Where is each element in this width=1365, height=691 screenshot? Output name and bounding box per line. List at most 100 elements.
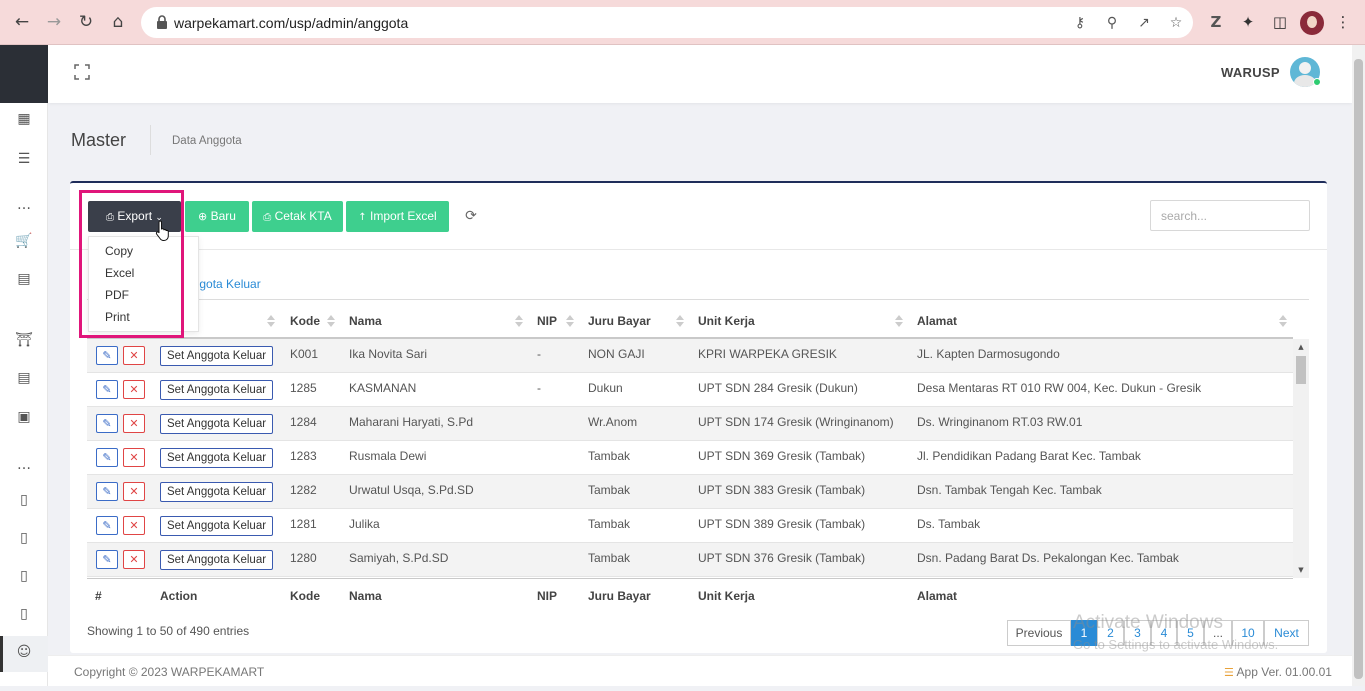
address-bar[interactable]: warpekamart.com/usp/admin/anggota ⚷ ⚲ ↗ … (141, 7, 1193, 38)
delete-icon[interactable]: ✕ (123, 346, 145, 365)
cell-nama: Julika (349, 517, 380, 531)
col-header-nip[interactable]: NIP (537, 314, 557, 328)
col-header-kode[interactable]: Kode (290, 314, 320, 328)
scroll-down-icon[interactable]: ▼ (1297, 566, 1305, 574)
scroll-up-icon[interactable]: ▲ (1297, 343, 1305, 351)
delete-icon[interactable]: ✕ (123, 482, 145, 501)
cart-icon[interactable]: 🛒 (14, 231, 34, 251)
delete-icon[interactable]: ✕ (123, 380, 145, 399)
edit-icon[interactable]: ✎ (96, 550, 118, 569)
cell-kode: 1280 (290, 551, 317, 565)
cell-unit-kerja: UPT SDN 376 Gresik (Tambak) (698, 551, 866, 565)
sort-icon[interactable] (327, 315, 335, 327)
profile-avatar[interactable] (1300, 11, 1324, 35)
cell-nama: Ika Novita Sari (349, 347, 428, 361)
cell-nama: Maharani Haryati, S.Pd (349, 415, 474, 429)
more-icon-2: … (17, 457, 31, 473)
book-icon-2[interactable]: ▯ (14, 528, 34, 548)
windows-watermark: Activate Windows (1073, 612, 1223, 633)
clipboard-icon[interactable]: ☰ (14, 149, 34, 169)
zoom-icon[interactable]: ⚲ (1103, 14, 1121, 32)
table-row: ✎ ✕ Set Anggota Keluar 1280 Samiyah, S.Pd.SD… (87, 543, 1293, 577)
page-footer: Copyright © 2023 WARPEKAMART ☰ App Ver. … (48, 655, 1352, 686)
edit-icon[interactable]: ✎ (96, 346, 118, 365)
money-icon[interactable]: ▤ (14, 368, 34, 388)
cell-juru-bayar: Tambak (588, 449, 631, 463)
col-header-alamat[interactable]: Alamat (917, 314, 957, 328)
set-anggota-keluar-button[interactable]: Set Anggota Keluar (160, 448, 273, 468)
key-icon[interactable]: ⚷ (1071, 14, 1089, 32)
z-extension-icon[interactable]: Z (1206, 12, 1226, 32)
note-icon[interactable]: ▣ (14, 407, 34, 427)
sort-icon[interactable] (566, 315, 574, 327)
user-icon[interactable]: ☺ (14, 642, 34, 662)
dashboard-icon[interactable]: ▦ (14, 109, 34, 129)
book-icon-4[interactable]: ▯ (14, 604, 34, 624)
col-header-nama[interactable]: Nama (349, 314, 382, 328)
pagination-previous[interactable]: Previous (1007, 620, 1071, 646)
page-scrollbar[interactable] (1352, 45, 1365, 691)
import-excel-button[interactable]: ↑ Import Excel (346, 201, 449, 232)
toolbar-divider (70, 249, 1327, 250)
set-anggota-keluar-button[interactable]: Set Anggota Keluar (160, 482, 273, 502)
edit-icon[interactable]: ✎ (96, 482, 118, 501)
set-anggota-keluar-button[interactable]: Set Anggota Keluar (160, 346, 273, 366)
print-icon: ⎙ (263, 212, 272, 223)
book-icon-3[interactable]: ▯ (14, 566, 34, 586)
puzzle-extensions-icon[interactable]: ✦ (1238, 12, 1258, 32)
baru-button[interactable]: ⊕ Baru (185, 201, 249, 232)
delete-icon[interactable]: ✕ (123, 448, 145, 467)
set-anggota-keluar-button[interactable]: Set Anggota Keluar (160, 550, 273, 570)
refresh-icon[interactable]: ⟳ (463, 208, 479, 224)
menu-dots-icon[interactable]: ⋮ (1333, 12, 1353, 32)
col-header-juru-bayar[interactable]: Juru Bayar (588, 314, 651, 328)
sort-icon[interactable] (895, 315, 903, 327)
table-scrollbar[interactable]: ▲ ▼ (1293, 339, 1309, 578)
delete-icon[interactable]: ✕ (123, 516, 145, 535)
highlight-box (79, 190, 184, 338)
edit-icon[interactable]: ✎ (96, 380, 118, 399)
username[interactable]: WARUSP (1221, 65, 1280, 80)
url-text: warpekamart.com/usp/admin/anggota (174, 15, 409, 31)
upload-icon: ↑ (358, 212, 367, 223)
sort-icon[interactable] (267, 315, 275, 327)
import-excel-label: Import Excel (370, 209, 437, 223)
cell-nama: KASMANAN (349, 381, 417, 395)
table-row: ✎ ✕ Set Anggota Keluar 1284 Maharani Haryati… (87, 407, 1293, 441)
edit-icon[interactable]: ✎ (96, 448, 118, 467)
book-icon[interactable]: ▯ (14, 490, 34, 510)
share-icon[interactable]: ↗ (1135, 14, 1153, 32)
sort-icon[interactable] (676, 315, 684, 327)
cell-nip: - (537, 381, 541, 395)
cell-nama: Rusmala Dewi (349, 449, 427, 463)
cell-nama: Samiyah, S.Pd.SD (349, 551, 449, 565)
search-input[interactable] (1150, 200, 1310, 231)
cetak-kta-button[interactable]: ⎙ Cetak KTA (252, 201, 343, 232)
sidepanel-icon[interactable]: ◫ (1270, 12, 1290, 32)
delete-icon[interactable]: ✕ (123, 414, 145, 433)
sort-icon[interactable] (515, 315, 523, 327)
home-icon[interactable]: ⌂ (107, 11, 129, 33)
sort-icon[interactable] (1279, 315, 1287, 327)
copyright-text: Copyright © 2023 WARPEKAMART (74, 665, 265, 679)
layers-icon: ☰ (1224, 666, 1234, 679)
page-title: Master (71, 130, 127, 150)
fullscreen-icon[interactable] (74, 64, 90, 80)
edit-icon[interactable]: ✎ (96, 516, 118, 535)
set-anggota-keluar-button[interactable]: Set Anggota Keluar (160, 380, 273, 400)
cash-icon[interactable]: ▤ (14, 269, 34, 289)
set-anggota-keluar-button[interactable]: Set Anggota Keluar (160, 516, 273, 536)
cell-kode: 1285 (290, 381, 317, 395)
back-icon[interactable]: ← (11, 11, 33, 33)
edit-icon[interactable]: ✎ (96, 414, 118, 433)
forward-icon[interactable]: → (43, 11, 65, 33)
col-header-unit-kerja[interactable]: Unit Kerja (698, 314, 755, 328)
star-icon[interactable]: ☆ (1167, 14, 1185, 32)
bank-icon[interactable]: ⛩ (14, 330, 34, 350)
footer-col-alamat: Alamat (917, 589, 958, 603)
cell-unit-kerja: UPT SDN 174 Gresik (Wringinanom) (698, 415, 894, 429)
cell-alamat: Dsn. Padang Barat Ds. Pekalongan Kec. Ta… (917, 551, 1179, 565)
reload-icon[interactable]: ↻ (75, 11, 97, 33)
set-anggota-keluar-button[interactable]: Set Anggota Keluar (160, 414, 273, 434)
delete-icon[interactable]: ✕ (123, 550, 145, 569)
